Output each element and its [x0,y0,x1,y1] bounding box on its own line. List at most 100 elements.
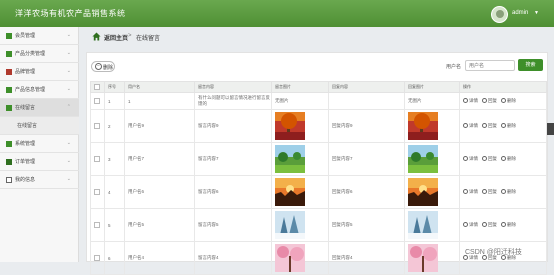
row-actions: 详情 回复 删除 [459,109,547,143]
row-delete-button[interactable]: 删除 [501,156,516,162]
top-bar: 洋洋农场有机农产品销售系统 admin ▼ [0,0,554,27]
row-user: 用户名4 [124,241,195,275]
row-select-cell[interactable] [90,208,105,242]
detail-button[interactable]: 详情 [463,156,478,162]
row-user: 用户名7 [124,142,195,176]
reply-button[interactable]: 回复 [482,189,497,195]
row-checkbox[interactable] [94,188,100,195]
select-all-checkbox[interactable] [94,83,100,90]
detail-button[interactable]: 详情 [463,222,478,228]
chevron-down-icon: ⌄ [66,68,71,74]
row-checkbox[interactable] [94,221,100,228]
row-reply: 回复内容4 [328,241,405,275]
scrollbar-handle[interactable] [547,123,554,135]
sidebar-item-label: 在线留言 [17,123,38,129]
reply-label: 回复 [488,189,497,194]
sidebar-item-products[interactable]: 产品信息管理 ⌄ [0,81,79,99]
row-actions: 详情 回复 删除 [459,208,547,242]
sidebar-item-profile[interactable]: 我的信息 ⌄ [0,171,79,189]
sidebar-item-messages[interactable]: 在线留言 ⌃ [0,99,79,117]
detail-label: 详情 [469,123,478,128]
row-reply [328,92,405,110]
grid-icon [6,141,12,147]
sidebar-item-brands[interactable]: 品牌管理 ⌄ [0,63,79,81]
column-header: 留言内容 [194,81,272,93]
sidebar-subitem-messages[interactable]: 在线留言 [0,117,79,135]
cart-icon [6,159,12,165]
messages-table: 序号 用户名 留言内容 留言图片 回复内容 回复图片 操作 1 1 有什么问题可以留… [90,81,547,275]
sidebar-item-orders[interactable]: 订单管理 ⌄ [0,153,79,171]
delete-button[interactable]: − 删除 [91,61,115,72]
no-image-text: 无图片 [408,98,422,103]
sidebar-item-members[interactable]: 会员管理 ⌄ [0,27,79,45]
search-button[interactable]: 搜索 [518,59,543,71]
row-select-cell[interactable] [90,175,105,209]
breadcrumb-home-link[interactable]: 返回主页 [104,33,128,42]
trash-icon [501,189,506,194]
row-checkbox[interactable] [94,97,100,104]
user-name[interactable]: admin [512,10,528,16]
row-content: 留言内容7 [194,142,272,176]
tag-icon [6,69,12,75]
row-delete-button[interactable]: 删除 [501,222,516,228]
message-image [275,112,305,140]
detail-button[interactable]: 详情 [463,189,478,195]
row-checkbox[interactable] [94,254,100,261]
row-checkbox[interactable] [94,155,100,162]
row-reply-image: 无图片 [404,92,460,110]
table-row: 1 1 有什么问题可以留言情况进行留言反馈的 无图片 无图片 详情 回复 删除 [90,92,547,110]
trash-icon [501,156,506,161]
row-user: 用户名5 [124,208,195,242]
detail-button[interactable]: 详情 [463,98,478,104]
message-image [408,145,438,173]
chevron-up-icon: ⌃ [66,104,71,110]
reply-label: 回复 [488,98,497,103]
row-image [271,241,329,275]
reply-button[interactable]: 回复 [482,123,497,129]
detail-label: 详情 [469,156,478,161]
message-image [408,211,438,239]
chevron-down-icon[interactable]: ▼ [534,10,539,16]
message-image [275,244,305,272]
circle-check-icon [463,189,468,194]
chevron-down-icon: ⌄ [66,50,71,56]
row-select-cell[interactable] [90,92,105,110]
reply-button[interactable]: 回复 [482,222,497,228]
table-row: 3 用户名7 留言内容7 回复内容7 详情 回复 删除 [90,142,547,176]
table-row: 2 用户名9 留言内容9 回复内容9 详情 回复 删除 [90,109,547,143]
row-actions: 详情 回复 删除 [459,175,547,209]
column-header: 操作 [459,81,547,93]
row-delete-button[interactable]: 删除 [501,123,516,129]
reply-label: 回复 [488,123,497,128]
reply-button[interactable]: 回复 [482,98,497,104]
chevron-down-icon: ⌄ [66,158,71,164]
row-delete-button[interactable]: 删除 [501,98,516,104]
row-delete-button[interactable]: 删除 [501,189,516,195]
column-header: 序号 [104,81,125,93]
avatar[interactable] [491,6,508,23]
watermark: CSDN @阳迁科技 [465,249,522,256]
reply-button[interactable]: 回复 [482,156,497,162]
home-icon[interactable] [92,32,101,41]
row-checkbox[interactable] [94,122,100,129]
sidebar-item-label: 订单管理 [15,159,36,165]
row-select-cell[interactable] [90,142,105,176]
row-select-cell[interactable] [90,241,105,275]
detail-button[interactable]: 详情 [463,123,478,129]
message-image [408,178,438,206]
table-row: 4 用户名6 留言内容6 回复内容6 详情 回复 删除 [90,175,547,209]
breadcrumb: 返回主页 > 在线留言 [86,29,548,45]
sidebar-item-categories[interactable]: 产品分类管理 ⌄ [0,45,79,63]
search-input[interactable] [465,60,515,71]
grid-icon [6,105,12,111]
circle-check-icon [463,123,468,128]
sidebar-item-system[interactable]: 系统管理 ⌄ [0,135,79,153]
select-all-cell[interactable] [90,81,105,93]
circle-check-icon [482,156,487,161]
chevron-down-icon: ⌄ [66,86,71,92]
row-user: 用户名6 [124,175,195,209]
breadcrumb-separator: > [128,33,132,39]
grid-icon [6,87,12,93]
column-header: 回复内容 [328,81,405,93]
row-select-cell[interactable] [90,109,105,143]
